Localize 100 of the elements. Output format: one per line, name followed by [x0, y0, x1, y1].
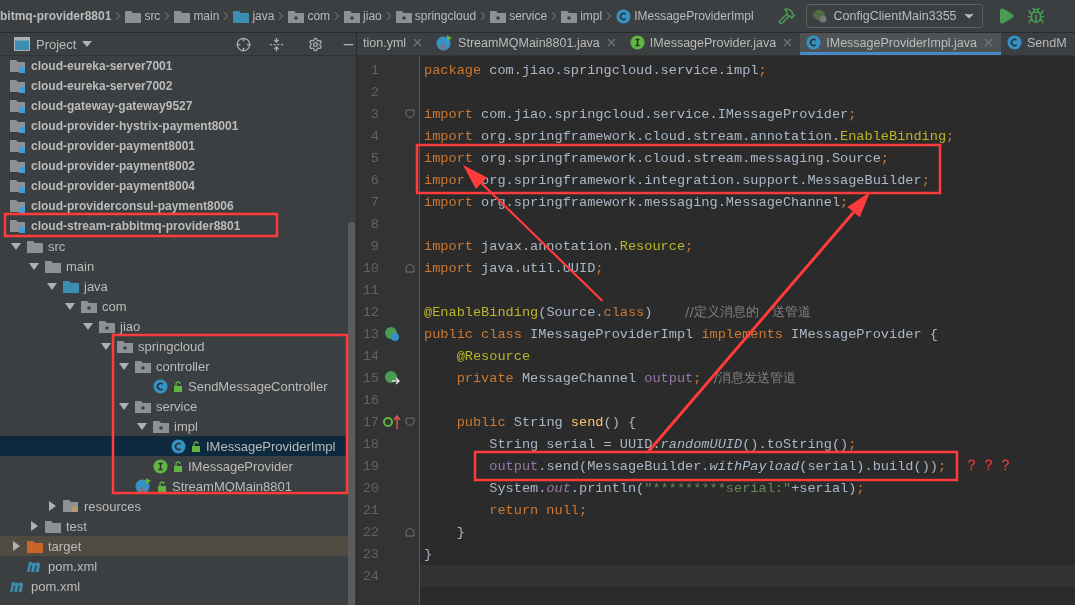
breadcrumb-link[interactable]: impl: [561, 9, 603, 23]
tree-item[interactable]: java: [0, 276, 348, 296]
tab-label: SendM: [1027, 35, 1067, 50]
tree-item[interactable]: cloud-provider-hystrix-payment8001: [0, 116, 348, 136]
code-line: impor org.springframework.integration.support.MessageBuilder;: [424, 172, 930, 188]
editor-tab[interactable]: IMessageProvider.java: [623, 33, 801, 55]
implements-icon[interactable]: [383, 414, 401, 430]
breadcrumb-link[interactable]: src: [125, 9, 161, 23]
tree-item[interactable]: cloud-provider-payment8002: [0, 156, 348, 176]
module-folder-icon: [10, 219, 26, 233]
source-folder-icon: [63, 279, 79, 293]
expanded-arrow-icon[interactable]: [65, 301, 75, 311]
editor-tab[interactable]: IMessageProviderImpl.java: [800, 33, 1002, 55]
package-icon: [153, 419, 169, 433]
collapsed-arrow-icon[interactable]: [11, 541, 21, 551]
project-icon: [14, 37, 30, 51]
code-line: }: [456, 524, 465, 540]
module-folder-icon: [10, 179, 26, 193]
tab-label: IMessageProvider.java: [649, 35, 777, 50]
editor-tab[interactable]: StreamMQMain8801.java: [430, 33, 624, 55]
collapsed-arrow-icon[interactable]: [47, 501, 57, 511]
tree-item[interactable]: service: [0, 396, 348, 416]
breadcrumb-link[interactable]: IMessageProviderImpl: [616, 8, 754, 24]
code-line: @Resource: [456, 348, 531, 364]
settings-icon[interactable]: [308, 36, 323, 52]
run-class-icon: [436, 34, 454, 51]
collapsed-arrow-icon[interactable]: [29, 521, 39, 531]
tree-item[interactable]: cloud-stream-rabbitmq-provider8801: [0, 216, 348, 236]
tree-item[interactable]: impl: [0, 416, 348, 436]
code-line: }: [424, 546, 433, 562]
expanded-arrow-icon[interactable]: [137, 421, 147, 431]
tree-item[interactable]: IMessageProvider: [0, 456, 348, 476]
folder-icon: [174, 9, 191, 23]
implemented-icon[interactable]: [384, 326, 400, 342]
expanded-arrow-icon[interactable]: [83, 321, 93, 331]
code-line: @EnableBinding(Source.class) //定义消息的 送管道: [424, 303, 811, 321]
injection-icon[interactable]: [384, 370, 400, 386]
tree-item[interactable]: pom.xml: [0, 556, 348, 576]
build-icon[interactable]: [777, 7, 796, 25]
scrollbar-thumb[interactable]: [348, 222, 355, 605]
tree-item[interactable]: cloud-provider-payment8001: [0, 136, 348, 156]
code-line: import com.jiao.springcloud.service.IMessageProvider;: [424, 106, 857, 122]
lock-icon: [173, 380, 183, 392]
tree-item[interactable]: StreamMQMain8801: [0, 476, 348, 496]
debug-icon[interactable]: [1026, 7, 1045, 25]
maven-icon: [27, 560, 43, 572]
collapse-all-icon[interactable]: [269, 36, 284, 52]
breadcrumb-link[interactable]: jiao: [344, 9, 382, 23]
run-config-dropdown[interactable]: ConfigClientMain3355: [805, 4, 983, 28]
breadcrumb-link[interactable]: java: [233, 9, 275, 23]
expanded-arrow-icon[interactable]: [47, 281, 57, 291]
module-folder-icon: [10, 59, 26, 73]
tree-item[interactable]: SendMessageController: [0, 376, 348, 396]
tree-item[interactable]: cloud-eureka-server7002: [0, 76, 348, 96]
resources-folder-icon: [63, 499, 79, 513]
package-icon: [117, 339, 133, 353]
tree-item[interactable]: src: [0, 236, 348, 256]
expanded-arrow-icon[interactable]: [11, 241, 21, 251]
code-line: package com.jiao.springcloud.service.impl;: [424, 62, 767, 78]
project-view-selector[interactable]: Project: [14, 36, 93, 52]
tree-item[interactable]: jiao: [0, 316, 348, 336]
breadcrumb-link[interactable]: bitmq-provider8801: [0, 9, 112, 23]
tree-item[interactable]: pom.xml: [0, 576, 348, 596]
code-line: import org.springframework.cloud.stream.annotation.EnableBinding;: [424, 128, 955, 144]
code-line: output.send(MessageBuilder.withPayload(serial).build());: [489, 458, 947, 474]
editor-tab[interactable]: SendM: [1001, 33, 1073, 55]
tree-item[interactable]: test: [0, 516, 348, 536]
breadcrumb-link[interactable]: main: [174, 9, 220, 23]
locate-icon[interactable]: [236, 36, 251, 52]
expanded-arrow-icon[interactable]: [29, 261, 39, 271]
tree-item[interactable]: controller: [0, 356, 348, 376]
tab-label: tion.yml: [363, 35, 407, 50]
expanded-arrow-icon[interactable]: [101, 341, 111, 351]
class-icon: [806, 35, 822, 50]
folder-icon: [45, 519, 61, 533]
tree-item[interactable]: cloud-eureka-server7001: [0, 56, 348, 76]
lock-icon: [157, 480, 167, 492]
tree-item[interactable]: springcloud: [0, 336, 348, 356]
breadcrumb-link[interactable]: springcloud: [395, 9, 477, 23]
tree-item[interactable]: cloud-providerconsul-payment8006: [0, 196, 348, 216]
editor-tab[interactable]: tion.yml: [357, 33, 431, 55]
code-line: import org.springframework.cloud.stream.messaging.Source;: [424, 150, 889, 166]
class-icon: [153, 378, 168, 394]
expanded-arrow-icon[interactable]: [119, 361, 129, 371]
tree-item[interactable]: resources: [0, 496, 348, 516]
lock-icon: [173, 460, 183, 472]
module-folder-icon: [10, 119, 26, 133]
source-folder-icon: [233, 9, 250, 23]
package-icon: [561, 9, 578, 23]
tree-item[interactable]: target: [0, 536, 348, 556]
tree-item[interactable]: main: [0, 256, 348, 276]
tree-item[interactable]: cloud-provider-payment8004: [0, 176, 348, 196]
breadcrumb-link[interactable]: com: [288, 9, 331, 23]
tree-item[interactable]: com: [0, 296, 348, 316]
expanded-arrow-icon[interactable]: [119, 401, 129, 411]
breadcrumb-link[interactable]: service: [490, 9, 548, 23]
caret-icon: [82, 41, 93, 47]
tree-item[interactable]: IMessageProviderImpl: [0, 436, 348, 456]
tree-item[interactable]: cloud-gateway-gateway9527: [0, 96, 348, 116]
folder-icon: [27, 539, 43, 553]
